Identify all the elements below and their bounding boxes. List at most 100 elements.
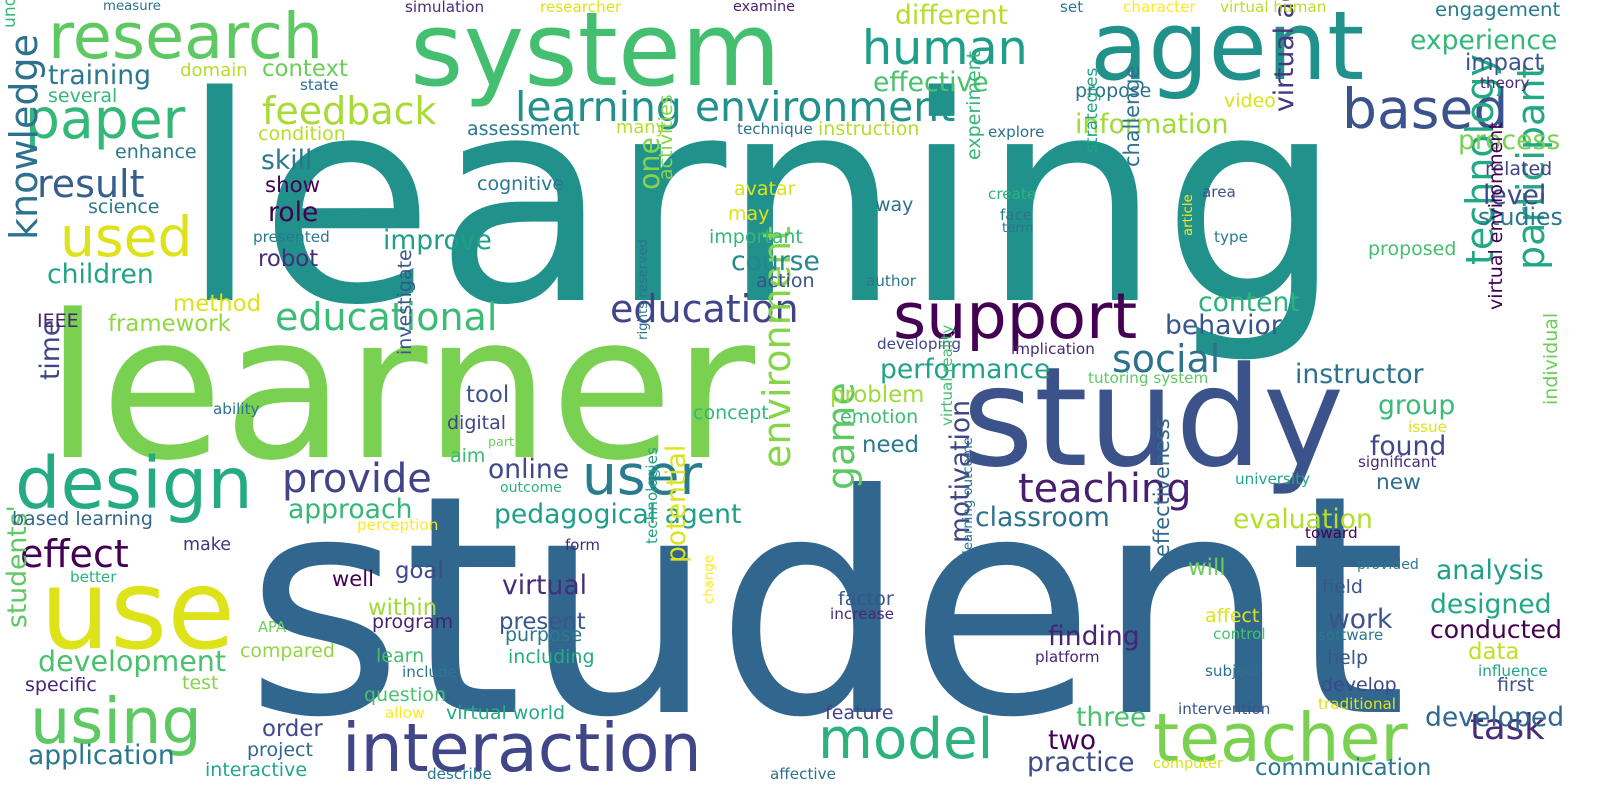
word-explore: explore	[988, 123, 1045, 141]
word-experiment: experiment	[963, 50, 985, 160]
word-examine: examine	[733, 0, 795, 15]
word-assessment: assessment	[467, 118, 580, 140]
word-provided: provided	[1357, 557, 1419, 573]
word-virtual-world: virtual world	[446, 702, 566, 724]
word-perception: perception	[357, 516, 439, 534]
word-tutoring-system: tutoring system	[1088, 369, 1209, 387]
word-help: help	[1327, 647, 1369, 669]
word-analysis: analysis	[1436, 555, 1544, 586]
word-strategies: strategies	[1082, 67, 1102, 153]
word-instruction: instruction	[818, 118, 920, 140]
word-understanding: understanding	[0, 0, 20, 28]
word-question: question	[364, 684, 447, 706]
word-way: way	[875, 194, 914, 216]
word-role: role	[268, 197, 319, 228]
word-used: used	[60, 205, 193, 269]
word-educational: educational	[275, 295, 498, 339]
word-include: include	[402, 663, 458, 681]
word-test: test	[182, 672, 219, 694]
word-group: group	[1378, 390, 1456, 421]
word-classroom: classroom	[975, 502, 1110, 533]
word-interaction: interaction	[342, 709, 702, 787]
word-goal: goal	[395, 558, 444, 584]
word-develop: develop	[1321, 674, 1397, 696]
word-better: better	[70, 568, 117, 586]
word-condition: condition	[258, 123, 346, 145]
word-investigate: investigate	[394, 249, 416, 355]
word-type: type	[1214, 228, 1248, 246]
word-will: will	[1188, 555, 1226, 581]
word-apa: APA	[258, 619, 287, 636]
word-toward: toward	[1305, 524, 1358, 542]
word-project: project	[247, 739, 313, 761]
word-including: including	[508, 646, 595, 668]
word-make: make	[183, 535, 232, 555]
word-presented: presented	[253, 228, 330, 246]
word-well: well	[332, 566, 374, 591]
word-virtual: virtual	[502, 570, 588, 601]
word-order: order	[262, 716, 323, 742]
word-science: science	[88, 196, 160, 218]
word-specific: specific	[25, 674, 97, 696]
word-engagement: engagement	[1435, 0, 1561, 21]
word-data: data	[1468, 639, 1520, 665]
word-may: may	[728, 203, 770, 225]
word-affective: affective	[770, 765, 836, 783]
word-avatar: avatar	[734, 178, 796, 200]
word-term: term	[1002, 221, 1034, 236]
word-implication: implication	[1011, 340, 1095, 358]
word-virtual-reality: virtual reality	[938, 324, 956, 426]
word-application: application	[28, 740, 175, 771]
word-performance: performance	[880, 354, 1051, 385]
word-within: within	[368, 595, 438, 621]
word-state: state	[300, 76, 339, 94]
word-challenge: challenge	[1120, 65, 1144, 167]
word-individual: individual	[1540, 312, 1562, 405]
word-measure: measure	[103, 0, 161, 14]
word-communication: communication	[1255, 755, 1432, 781]
word-allow: allow	[385, 704, 425, 722]
word-interactive: interactive	[205, 759, 308, 781]
word-children: children	[47, 259, 154, 290]
word-significant: significant	[1358, 453, 1437, 471]
word-effectiveness: effectiveness	[1150, 418, 1174, 557]
word-issue: issue	[1408, 418, 1448, 436]
word-activities: activities	[655, 94, 677, 180]
word-compared: compared	[240, 640, 335, 662]
word-robot: robot	[258, 246, 319, 272]
word-finding: finding	[1048, 621, 1140, 652]
word-human: human	[862, 21, 1028, 76]
word-aim: aim	[450, 445, 486, 467]
word-important: important	[709, 226, 803, 248]
word-ieee: IEEE	[37, 310, 79, 332]
word-show: show	[265, 173, 321, 198]
word-different: different	[895, 0, 1008, 31]
word-affect: affect	[1205, 605, 1260, 627]
word-technologies: technologies	[643, 447, 661, 544]
word-author: author	[866, 272, 917, 290]
word-control: control	[1213, 625, 1266, 643]
word-potential: potential	[661, 444, 692, 563]
word-university: university	[1235, 470, 1311, 488]
word-intervention: intervention	[1178, 700, 1271, 718]
word-traditional: traditional	[1318, 695, 1396, 713]
word-influence: influence	[1478, 662, 1548, 680]
word-tool: tool	[466, 382, 510, 408]
word-learning-outcome: learning outcome	[961, 437, 976, 554]
word-article: article	[1181, 194, 1196, 236]
word-pedagogical-agent: pedagogical agent	[494, 499, 742, 530]
word-researcher: researcher	[540, 0, 622, 16]
word-character: character	[1123, 0, 1196, 16]
word-describe: describe	[427, 765, 492, 783]
word-form: form	[565, 536, 600, 554]
word-subject: subject	[1205, 662, 1261, 680]
word-feature: feature	[825, 702, 894, 724]
word-virtual-environment: virtual environment	[1485, 122, 1507, 310]
word-instructor: instructor	[1295, 359, 1424, 390]
word-ability: ability	[213, 400, 260, 418]
word-area: area	[1202, 183, 1236, 201]
word-behavior: behavior	[1165, 310, 1282, 341]
word-technique: technique	[737, 120, 813, 138]
word-computer: computer	[1153, 756, 1223, 772]
word-rights-reserved: rights reserved	[636, 239, 651, 340]
